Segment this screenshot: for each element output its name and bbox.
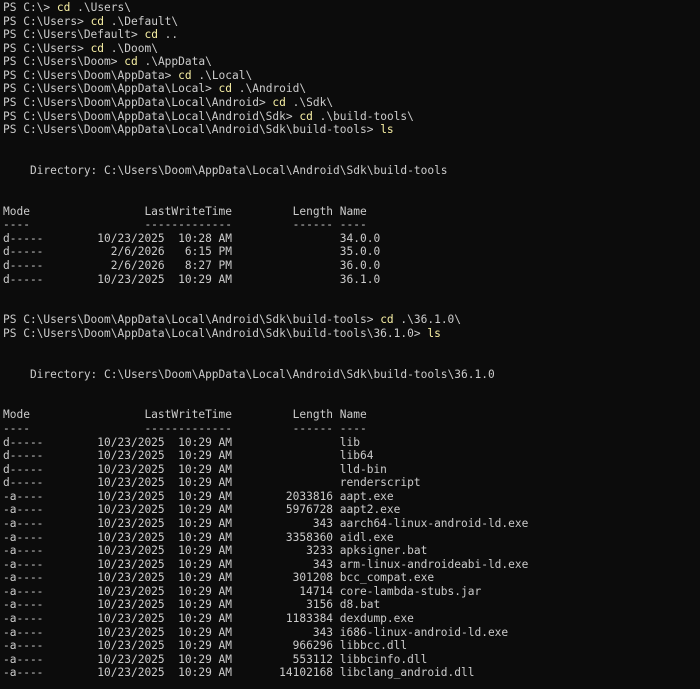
prompt-text: PS C:\Users> (3, 14, 91, 28)
output-line: Mode LastWriteTime Length Name (3, 408, 367, 422)
output-line: -a---- 10/23/2025 10:29 AM 343 i686-linu… (3, 625, 509, 639)
output-line: -a---- 10/23/2025 10:29 AM 343 arm-linux… (3, 557, 529, 571)
command-name: cd (124, 55, 138, 69)
output-line: d----- 10/23/2025 10:29 AM lld-bin (3, 462, 387, 476)
command-args: .\build-tools\ (312, 109, 414, 123)
command-args: .\Default\ (104, 14, 179, 28)
terminal-output[interactable]: PS C:\> cd .\Users\ PS C:\Users> cd .\Def… (3, 1, 700, 689)
output-line: Mode LastWriteTime Length Name (3, 204, 367, 218)
output-line: d----- 10/23/2025 10:29 AM 36.1.0 (3, 272, 381, 286)
command-name: ls (427, 326, 441, 340)
output-line: -a---- 10/23/2025 10:29 AM 553112 libbci… (3, 652, 428, 666)
command-args: .\Android\ (232, 82, 307, 96)
prompt-text: PS C:\Users\Doom\AppData\Local\Android\S… (3, 326, 428, 340)
command-args: .\Local\ (191, 68, 253, 82)
command-name: ls (380, 123, 394, 137)
command-name: cd (144, 28, 158, 42)
command-args: .\Users\ (70, 1, 131, 14)
output-line: Directory: C:\Users\Doom\AppData\Local\A… (3, 163, 448, 177)
output-line: d----- 10/23/2025 10:29 AM renderscript (3, 476, 421, 490)
command-name: cd (299, 109, 313, 123)
prompt-text: PS C:\Users\Default> (3, 28, 145, 42)
output-line: d----- 2/6/2026 8:27 PM 36.0.0 (3, 258, 381, 272)
command-name: cd (178, 68, 192, 82)
output-line: -a---- 10/23/2025 10:29 AM 966296 libbcc… (3, 639, 408, 653)
command-args: .\36.1.0\ (393, 313, 462, 327)
output-line: d----- 10/23/2025 10:29 AM lib (3, 435, 360, 449)
command-name: cd (272, 96, 286, 110)
output-line: -a---- 10/23/2025 10:29 AM 301208 bcc_co… (3, 571, 435, 585)
prompt-line: PS C:\Users\Doom> cd .\AppData\ (3, 55, 700, 69)
prompt-text: PS C:\Users\Doom\AppData\Local\Android> (3, 96, 273, 110)
output-line: ---- ------------- ------ ---- (3, 218, 367, 232)
prompt-text: PS C:\Users\Doom\AppData\Local\Android\S… (3, 123, 381, 137)
output-line: ---- ------------- ------ ---- (3, 421, 367, 435)
prompt-line: PS C:\Users> cd .\Doom\ (3, 42, 700, 56)
command-args: .\AppData\ (137, 55, 212, 69)
output-line: -a---- 10/23/2025 10:29 AM 3233 apksigne… (3, 544, 428, 558)
prompt-line: PS C:\Users\Doom\AppData\Local\Android> … (3, 96, 700, 110)
command-args: .\Doom\ (104, 41, 158, 55)
output-line: -a---- 10/23/2025 10:29 AM 2033816 aapt.… (3, 489, 394, 503)
output-line: Directory: C:\Users\Doom\AppData\Local\A… (3, 367, 495, 381)
output-line: -a---- 10/23/2025 10:29 AM 5976728 aapt2… (3, 503, 401, 517)
command-name: cd (90, 41, 105, 55)
output-line: -a---- 10/23/2025 10:29 AM 14102168 libc… (3, 666, 475, 680)
output-line: -a---- 10/23/2025 10:29 AM 14714 core-la… (3, 584, 482, 598)
prompt-text: PS C:\Users\Doom\AppData> (3, 68, 179, 82)
prompt-text: PS C:\> (3, 1, 57, 14)
command-args: .. (157, 28, 179, 42)
prompt-line: PS C:\Users\Doom\AppData\Local\Android\S… (3, 313, 700, 327)
prompt-line: PS C:\Users\Doom\AppData\Local\Android\S… (3, 327, 700, 341)
prompt-line: PS C:\> cd .\Users\ (3, 1, 700, 15)
output-line: d----- 2/6/2026 6:15 PM 35.0.0 (3, 245, 381, 259)
prompt-text: PS C:\Users\Doom\AppData\Local\Android\S… (3, 109, 300, 123)
prompt-text: PS C:\Users\Doom\AppData\Local\Android\S… (3, 313, 381, 327)
command-args: .\Sdk\ (285, 96, 334, 110)
output-line: d----- 10/23/2025 10:29 AM lib64 (3, 449, 374, 463)
output-line: -a---- 10/23/2025 10:29 AM 3358360 aidl.… (3, 530, 394, 544)
command-name: cd (56, 1, 71, 14)
prompt-line: PS C:\Users\Doom\AppData\Local\Android\S… (3, 123, 700, 137)
output-line: -a---- 10/23/2025 10:29 AM 1183384 dexdu… (3, 612, 414, 626)
command-name: cd (90, 14, 105, 28)
output-line: -a---- 10/23/2025 10:29 AM 3156 d8.bat (3, 598, 381, 612)
prompt-text: PS C:\Users\Doom\AppData\Local> (3, 82, 219, 96)
output-line: d----- 10/23/2025 10:28 AM 34.0.0 (3, 231, 381, 245)
prompt-text: PS C:\Users> (3, 41, 91, 55)
prompt-line: PS C:\Users\Doom\AppData\Local> cd .\And… (3, 82, 700, 96)
output-line: -a---- 10/23/2025 10:29 AM 343 aarch64-l… (3, 516, 529, 530)
command-name: cd (218, 82, 233, 96)
prompt-line: PS C:\Users\Default> cd .. (3, 28, 700, 42)
prompt-line: PS C:\Users> cd .\Default\ (3, 15, 700, 29)
command-name: cd (380, 313, 394, 327)
prompt-text: PS C:\Users\Doom> (3, 55, 125, 69)
prompt-line: PS C:\Users\Doom\AppData\Local\Android\S… (3, 110, 700, 124)
prompt-line: PS C:\Users\Doom\AppData> cd .\Local\ (3, 69, 700, 83)
